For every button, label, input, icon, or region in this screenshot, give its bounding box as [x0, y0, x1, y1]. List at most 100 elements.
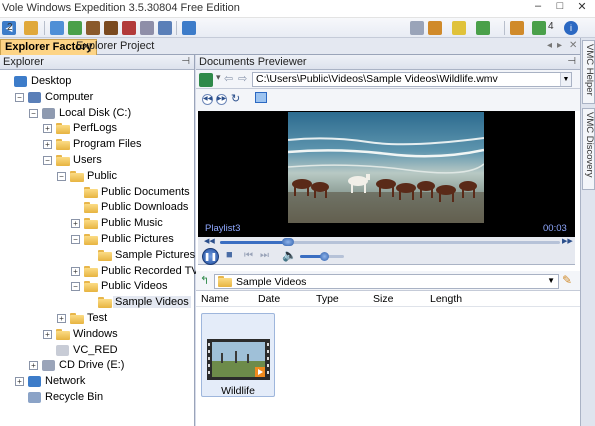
- tree-item[interactable]: − Public Pictures: [0, 232, 190, 247]
- share-icon[interactable]: [50, 21, 64, 35]
- column-length[interactable]: Length: [430, 293, 462, 305]
- save-icon[interactable]: [182, 21, 196, 35]
- video-area[interactable]: Playlist3 00:03: [198, 111, 575, 237]
- tree-item[interactable]: Public Documents: [0, 185, 190, 200]
- briefcase-icon[interactable]: [86, 21, 100, 35]
- tree-item[interactable]: − Public Videos: [0, 279, 190, 294]
- collapse-icon[interactable]: −: [71, 282, 80, 292]
- column-type[interactable]: Type: [316, 293, 339, 305]
- tree-item-label: Windows: [73, 327, 118, 340]
- seek-track[interactable]: [220, 238, 560, 246]
- tree-item[interactable]: + Public Recorded TV: [0, 264, 199, 279]
- tree-item[interactable]: + CD Drive (E:): [0, 358, 190, 373]
- lightbulb-icon[interactable]: [452, 21, 466, 35]
- expand-icon[interactable]: +: [43, 124, 52, 134]
- expand-icon[interactable]: +: [29, 361, 38, 371]
- rewind-icon[interactable]: ◀◀: [204, 237, 215, 245]
- tree-icon[interactable]: [476, 21, 490, 35]
- stop-icon[interactable]: ■: [226, 249, 233, 261]
- expand-icon[interactable]: +: [43, 329, 52, 339]
- options-icon[interactable]: ✎: [562, 273, 572, 287]
- collapse-icon[interactable]: −: [57, 171, 66, 181]
- tree-item-label: Public Music: [101, 217, 163, 230]
- refresh-icon[interactable]: ↻: [231, 92, 240, 105]
- expand-icon[interactable]: +: [15, 377, 24, 387]
- tree-item-label: Public Recorded TV: [101, 264, 199, 277]
- tree-item[interactable]: Public Downloads: [0, 200, 190, 215]
- pin-icon[interactable]: ⊣: [567, 56, 576, 67]
- back-arrow-icon[interactable]: ⇦: [224, 72, 233, 85]
- path-dropdown-icon[interactable]: ▼: [560, 73, 571, 86]
- tree-item[interactable]: + Test: [0, 311, 190, 326]
- scroll-left-icon[interactable]: ◂: [547, 40, 552, 51]
- expand-icon[interactable]: +: [71, 266, 80, 276]
- tree-item[interactable]: + Windows: [0, 327, 190, 342]
- path-text: C:\Users\Public\Videos\Sample Videos\Wil…: [256, 73, 498, 85]
- folder-up-icon[interactable]: ↰: [200, 274, 209, 287]
- expand-icon[interactable]: +: [57, 314, 66, 323]
- volume-icon[interactable]: 🔈: [282, 248, 297, 262]
- badge-icon[interactable]: [532, 21, 546, 35]
- forward-arrow-icon[interactable]: ⇨: [238, 72, 247, 85]
- gear-icon[interactable]: [158, 21, 172, 35]
- tree-item[interactable]: − Users: [0, 153, 190, 168]
- tree-item[interactable]: + PerfLogs: [0, 121, 190, 136]
- view-icon[interactable]: [410, 21, 424, 35]
- tree-item[interactable]: + Program Files: [0, 137, 190, 152]
- collapse-icon[interactable]: −: [15, 92, 24, 102]
- next-track-icon[interactable]: ⏭: [260, 250, 269, 261]
- document-icon[interactable]: [140, 21, 154, 35]
- minimize-button[interactable]: –: [527, 0, 549, 16]
- column-date[interactable]: Date: [258, 293, 280, 305]
- tree-item[interactable]: VC_RED: [0, 343, 190, 358]
- previous-icon[interactable]: ◀◀: [202, 94, 213, 105]
- scroll-right-icon[interactable]: ▸: [557, 40, 562, 51]
- close-tab-icon[interactable]: ✕: [569, 40, 577, 51]
- folder-dropdown[interactable]: Sample Videos ▼: [214, 274, 559, 289]
- expand-icon[interactable]: +: [43, 140, 52, 150]
- wand-icon[interactable]: [428, 21, 442, 35]
- folder-icon: [56, 139, 70, 151]
- tab-explorer-project[interactable]: Explorer Project: [72, 39, 158, 55]
- column-name[interactable]: Name: [201, 293, 229, 305]
- volume-slider[interactable]: [300, 252, 344, 261]
- previous-track-icon[interactable]: ⏮: [244, 250, 253, 261]
- tree-item[interactable]: Recycle Bin: [0, 390, 190, 405]
- info-icon[interactable]: i: [564, 21, 578, 35]
- screen-icon[interactable]: [255, 92, 267, 103]
- column-size[interactable]: Size: [373, 293, 393, 305]
- tree-item[interactable]: + Public Music: [0, 216, 190, 231]
- close-button[interactable]: ✕: [571, 0, 593, 16]
- seek-handle[interactable]: [282, 238, 294, 246]
- collapse-icon[interactable]: −: [43, 156, 52, 165]
- folder-icon: [98, 249, 112, 261]
- tree-item[interactable]: − Public: [0, 169, 190, 184]
- pin-icon[interactable]: ⊣: [181, 56, 190, 67]
- tab-vmc-discovery[interactable]: VMC Discovery: [582, 108, 595, 190]
- seek-bar[interactable]: ◀◀ ▶▶: [198, 237, 575, 247]
- tree-item[interactable]: Desktop: [0, 74, 190, 89]
- tree-item[interactable]: Sample Videos: [0, 295, 191, 310]
- folder-tool-icon[interactable]: [24, 21, 38, 35]
- expand-icon[interactable]: +: [71, 219, 80, 229]
- tree-item[interactable]: − Local Disk (C:): [0, 106, 190, 121]
- tree-item[interactable]: + Network: [0, 374, 190, 389]
- chevron-down-icon[interactable]: ▼: [547, 276, 555, 285]
- people-icon[interactable]: [68, 21, 82, 35]
- fast-forward-icon[interactable]: ▶▶: [562, 237, 573, 245]
- pause-button[interactable]: ❚❚: [202, 248, 219, 265]
- collapse-icon[interactable]: −: [71, 235, 80, 244]
- tree-item[interactable]: − Computer: [0, 90, 190, 105]
- coffee-icon[interactable]: [104, 21, 118, 35]
- volume-handle[interactable]: [320, 252, 330, 261]
- file-item-wildlife[interactable]: Wildlife: [201, 313, 275, 397]
- collapse-icon[interactable]: −: [29, 108, 38, 118]
- next-icon[interactable]: ▶▶: [216, 94, 227, 105]
- path-field[interactable]: C:\Users\Public\Videos\Sample Videos\Wil…: [252, 72, 572, 87]
- maximize-button[interactable]: □: [549, 0, 571, 16]
- tree-item[interactable]: Sample Pictures: [0, 248, 195, 263]
- dropdown-icon[interactable]: ▾: [216, 72, 221, 83]
- tab-vmc-helper[interactable]: VMC Helper: [582, 40, 595, 104]
- tools-icon[interactable]: [122, 21, 136, 35]
- smiley-icon[interactable]: [510, 21, 524, 35]
